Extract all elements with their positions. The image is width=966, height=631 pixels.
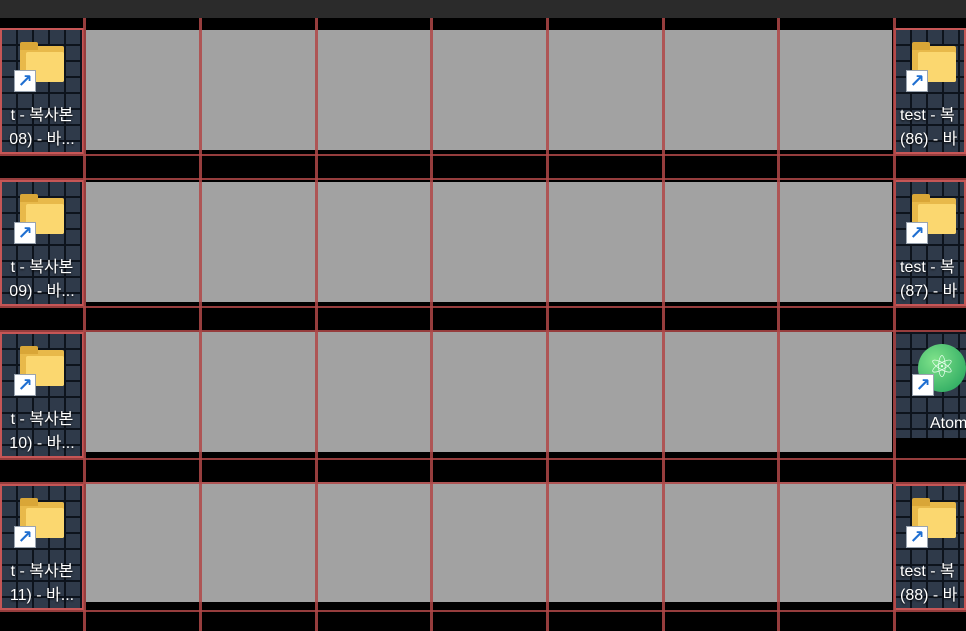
grid-line (0, 482, 966, 484)
redacted-region (86, 482, 892, 602)
icon-label: 09) - 바... (9, 283, 75, 300)
desktop-row: ↗ t - 복사본 11) - 바... ↗ test - 복 (88) - 바 (0, 482, 966, 610)
grid-line (315, 18, 318, 631)
desktop-row: ↗ t - 복사본 09) - 바... ↗ test - 복 (87) - 바 (0, 180, 966, 306)
taskbar-top (0, 0, 966, 18)
icon-label: 10) - 바... (9, 435, 75, 452)
folder-shortcut-icon: ↗ (14, 188, 70, 244)
desktop-row: ↗ t - 복사본 08) - 바... ↗ test - 복 (86) - 바 (0, 28, 966, 154)
icon-label: t - 복사본 (10, 411, 74, 428)
folder-shortcut-icon: ↗ (14, 340, 70, 396)
grid-line (546, 18, 549, 631)
shortcut-arrow-icon: ↗ (14, 526, 36, 548)
grid-line (0, 610, 966, 612)
icon-label: 11) - 바... (9, 587, 75, 604)
grid-line (777, 18, 780, 631)
grid-line (893, 18, 896, 631)
grid-line (430, 18, 433, 631)
folder-shortcut-icon: ↗ (906, 36, 962, 92)
desktop-icon-folder-right[interactable]: ↗ test - 복 (88) - 바 (894, 484, 966, 610)
icon-label: test - 복 (900, 107, 955, 124)
grid-line (0, 458, 966, 460)
desktop-icon-folder-right[interactable]: ↗ test - 복 (87) - 바 (894, 180, 966, 306)
folder-shortcut-icon: ↗ (906, 492, 962, 548)
icon-label: (87) - 바 (900, 283, 958, 300)
folder-shortcut-icon: ↗ (14, 492, 70, 548)
grid-line (0, 306, 966, 308)
redacted-region (86, 182, 892, 302)
desktop-icon-folder-left[interactable]: ↗ t - 복사본 09) - 바... (0, 180, 84, 306)
shortcut-arrow-icon: ↗ (14, 70, 36, 92)
desktop-icon-folder-right[interactable]: ↗ test - 복 (86) - 바 (894, 28, 966, 154)
grid-line (0, 154, 966, 156)
icon-label: t - 복사본 (10, 563, 74, 580)
desktop-icon-folder-left[interactable]: ↗ t - 복사본 08) - 바... (0, 28, 84, 154)
grid-line (0, 178, 966, 180)
icon-label: t - 복사본 (10, 107, 74, 124)
folder-shortcut-icon: ↗ (906, 188, 962, 244)
shortcut-arrow-icon: ↗ (14, 374, 36, 396)
icon-label: (86) - 바 (900, 131, 958, 148)
shortcut-arrow-icon: ↗ (906, 70, 928, 92)
desktop-icon-atom[interactable]: ⚛ ↗ Atom (894, 332, 966, 438)
shortcut-arrow-icon: ↗ (14, 222, 36, 244)
icon-label: test - 복 (900, 259, 955, 276)
icon-label: t - 복사본 (10, 259, 74, 276)
icon-label: Atom (930, 415, 966, 432)
shortcut-arrow-icon: ↗ (912, 374, 934, 396)
redacted-region (86, 332, 892, 452)
grid-line (199, 18, 202, 631)
desktop-icon-folder-left[interactable]: ↗ t - 복사본 11) - 바... (0, 484, 84, 610)
atom-app-icon: ⚛ ↗ (912, 340, 966, 396)
grid-line (83, 18, 86, 631)
redacted-region (86, 30, 892, 150)
icon-label: 08) - 바... (9, 131, 75, 148)
desktop-icon-folder-left[interactable]: ↗ t - 복사본 10) - 바... (0, 332, 84, 458)
shortcut-arrow-icon: ↗ (906, 222, 928, 244)
folder-shortcut-icon: ↗ (14, 36, 70, 92)
grid-line (0, 330, 966, 332)
icon-label: test - 복 (900, 563, 955, 580)
grid-line (662, 18, 665, 631)
shortcut-arrow-icon: ↗ (906, 526, 928, 548)
desktop-row: ↗ t - 복사본 10) - 바... ⚛ ↗ Atom (0, 332, 966, 458)
icon-label: (88) - 바 (900, 587, 958, 604)
